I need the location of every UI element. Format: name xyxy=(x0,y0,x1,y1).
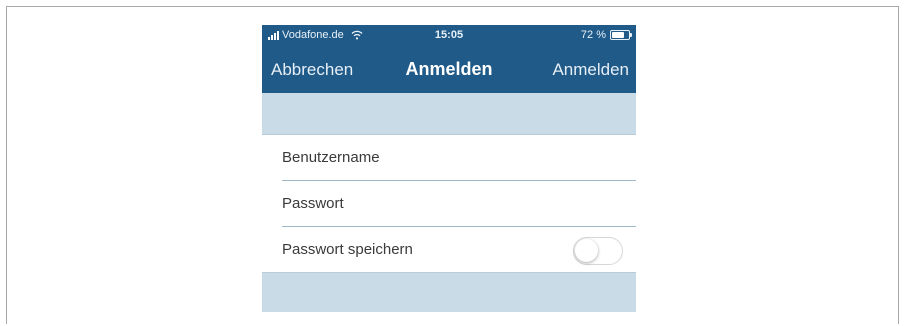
status-time: 15:05 xyxy=(434,29,464,41)
status-bar: Vodafone.de 15:05 72 % xyxy=(262,25,636,45)
status-right: 72 % xyxy=(580,29,632,41)
phone-screen: Vodafone.de 15:05 72 % Abbrechen Anmelde… xyxy=(262,25,636,326)
battery-percent: 72 % xyxy=(580,29,606,41)
save-password-toggle[interactable] xyxy=(573,237,623,265)
password-row xyxy=(262,181,636,226)
password-input[interactable] xyxy=(282,191,622,215)
section-spacer-top xyxy=(262,93,636,135)
username-row xyxy=(262,135,636,180)
section-spacer-bottom xyxy=(262,272,636,312)
save-password-label: Passwort speichern xyxy=(282,241,413,258)
toggle-knob xyxy=(575,239,598,262)
username-input[interactable] xyxy=(282,145,622,169)
navigation-bar: Abbrechen Anmelden Anmelden xyxy=(262,45,636,93)
login-button[interactable]: Anmelden xyxy=(552,60,629,80)
cancel-button[interactable]: Abbrechen xyxy=(271,60,353,80)
battery-icon xyxy=(610,30,632,40)
save-password-row: Passwort speichern xyxy=(262,227,636,272)
